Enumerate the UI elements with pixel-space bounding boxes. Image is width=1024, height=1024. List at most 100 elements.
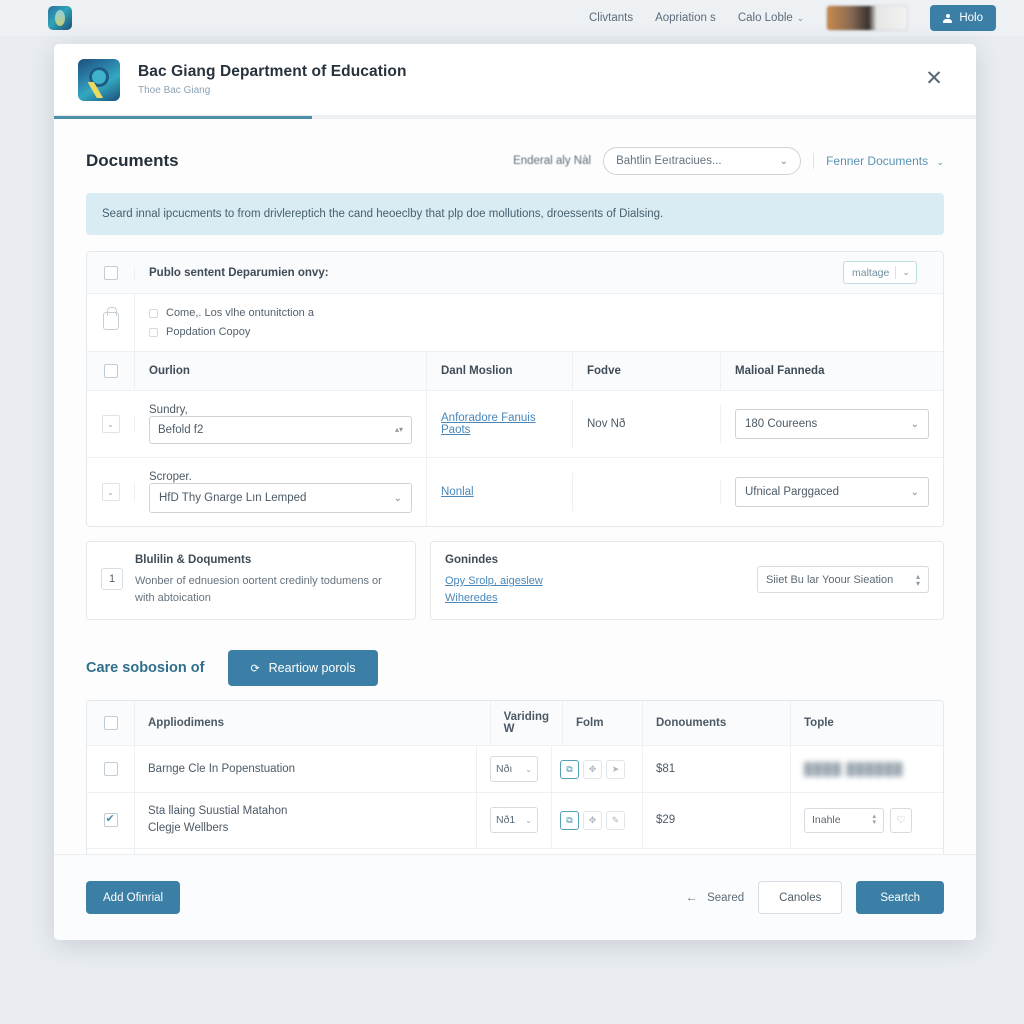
top-nav-label-1: Clivtants: [588, 12, 634, 24]
option-label-2: Popdation Copoy: [166, 326, 251, 338]
row-ourlion-cell-2: Scroper. HfD Thy Gnarge Lın Lemped ⌄: [135, 458, 427, 526]
table-row: Sta llaing Suustial Matahon Clegje Wellb…: [87, 793, 943, 849]
option-checkbox-1[interactable]: [149, 308, 158, 318]
bulletin-box-text: Blulilin & Doquments Wonber of ednuesion…: [135, 554, 401, 607]
option-item-1[interactable]: Come,. Los vlhe ontunitction a: [149, 307, 929, 319]
back-button[interactable]: ← Seared: [686, 892, 745, 904]
former-documents-link[interactable]: Fenner Documents ⌄: [826, 154, 944, 168]
copy-icon[interactable]: ⧉: [560, 810, 579, 830]
gonindes-title: Gonindes: [445, 554, 499, 566]
cancel-button[interactable]: Canoles: [758, 881, 843, 914]
option-checkbox-2[interactable]: [149, 327, 158, 337]
page-title: Bac Giang Department of Education: [138, 63, 407, 80]
row2-checkbox[interactable]: [103, 812, 118, 828]
row1-variding-select[interactable]: Nðı ⌄: [490, 756, 538, 783]
gonindes-link-1[interactable]: Opy Srolp, aigeslew: [445, 575, 543, 587]
move-icon[interactable]: ✥: [583, 759, 602, 779]
applications-select-all-checkbox[interactable]: [103, 716, 118, 731]
app-logo-icon[interactable]: [48, 6, 72, 30]
add-ofinrial-button[interactable]: Add Ofinrial: [86, 881, 181, 914]
situation-stepper[interactable]: Siiet Bu lar Yoour Sieation ▴ ▾: [757, 566, 929, 593]
modal-header: Bac Giang Department of Education Thoe B…: [54, 44, 976, 116]
row-select-value-2a: HfD Thy Gnarge Lın Lemped: [159, 492, 307, 504]
row-fodve-cell-1: Nov Nð: [573, 405, 721, 443]
row2-documents-cell: $29: [643, 793, 791, 848]
applications-header-row: Appliodimens Variding W Folm Donouments …: [87, 701, 943, 747]
table-select-all-checkbox[interactable]: [103, 364, 118, 378]
maltage-select[interactable]: maltage ⌄: [843, 261, 917, 284]
top-nav-label-3: Calo Loble: [737, 12, 793, 24]
edit-icon[interactable]: ✎: [606, 810, 625, 830]
top-nav-item-1[interactable]: Clivtants: [589, 12, 633, 24]
stepper-arrows-icon[interactable]: ▴▾: [395, 426, 403, 434]
top-nav-item-2[interactable]: Aopriation s: [655, 12, 716, 24]
option-item-2[interactable]: Popdation Copoy: [149, 326, 929, 338]
row2-stepper[interactable]: Inahle ▴ ▾: [804, 807, 884, 833]
documents-toolbar: Enderal aly Nàl Bahtlin Eeıtraciues... ⌄…: [513, 147, 944, 175]
table-row: ⌄ Sundry, Befold f2 ▴▾ Anforadore Fanuis…: [87, 391, 943, 458]
row2-checkbox-cell: [87, 793, 135, 848]
gonindes-link-2[interactable]: Wiheredes: [445, 592, 498, 604]
reartiow-porols-label: Reartiow porols: [268, 661, 356, 676]
stepper-arrows-icon[interactable]: ▴▾: [916, 572, 920, 587]
close-icon[interactable]: ✕: [920, 66, 948, 94]
chevron-down-icon[interactable]: ⌄: [101, 415, 120, 433]
row2-name-line1: Sta llaing Suustial Matahon: [148, 805, 288, 818]
panel-header-label: Publo sentent Deparumien onvy:: [149, 266, 329, 279]
documents-modal: Bac Giang Department of Education Thoe B…: [54, 44, 976, 940]
organization-text: Bac Giang Department of Education Thoe B…: [138, 63, 407, 96]
row1-variding-value: Nðı: [496, 763, 513, 776]
loop-icon: ⟳: [250, 662, 260, 675]
row-link-2[interactable]: Nonlal: [441, 486, 474, 498]
table-header-checkbox-cell: [87, 352, 135, 390]
row-select-1[interactable]: 180 Coureens ⌄: [735, 409, 929, 439]
holo-button[interactable]: Holo: [930, 5, 996, 31]
row1-checkbox[interactable]: [103, 762, 118, 777]
documents-filter-value: Bahtlin Eeıtraciues...: [616, 155, 722, 167]
shield-icon[interactable]: ♡: [890, 807, 912, 833]
gonindes-box: Gonindes Opy Srolp, aigeslew Wiheredes S…: [430, 541, 944, 621]
chevron-down-icon: ⌄: [910, 486, 919, 498]
row-select-2a[interactable]: HfD Thy Gnarge Lın Lemped ⌄: [149, 483, 412, 513]
chevron-down-icon: ⌄: [910, 418, 919, 430]
avatar-thumbnail[interactable]: [826, 5, 909, 31]
toolbar-divider: [813, 153, 815, 169]
row1-documents-cell: $81: [643, 746, 791, 793]
holo-button-label: Holo: [959, 12, 983, 24]
gonindes-links: Opy Srolp, aigeslew Wiheredes: [445, 573, 543, 607]
top-bar: Clivtants Aopriation s Calo Loble ⌄ Holo: [0, 0, 1024, 36]
send-icon[interactable]: ➤: [606, 759, 625, 779]
chevron-down-icon[interactable]: ⌄: [101, 483, 120, 501]
panel-header-checkbox-cell: [87, 265, 135, 280]
row-select-2b[interactable]: Ufnical Parggaced ⌄: [735, 477, 929, 507]
row2-variding-select[interactable]: Nð1 ⌄: [490, 807, 538, 834]
documents-title: Documents: [86, 151, 179, 170]
info-notice: Seard innal ipcucments to from drivlerep…: [86, 193, 944, 235]
reartiow-porols-button[interactable]: ⟳ Reartiow porols: [228, 650, 378, 687]
table-header-row: Ourlion Danl Moslion Fodve Malioal Fanne…: [87, 352, 943, 391]
former-documents-label: Fenner Documents: [826, 154, 929, 168]
table-row: Barnge Cle In Popenstuation Nðı ⌄ ⧉ ✥ ➤ …: [87, 746, 943, 794]
row-danl-cell-2: Nonlal: [427, 473, 573, 511]
copy-icon[interactable]: ⧉: [560, 759, 579, 779]
page-subtitle: Thoe Bac Giang: [138, 85, 211, 96]
row-ourlion-cell-1: Sundry, Befold f2 ▴▾: [135, 391, 427, 457]
search-button[interactable]: Seartch: [856, 881, 944, 914]
top-nav-item-3[interactable]: Calo Loble ⌄: [738, 12, 805, 24]
stepper-arrows-icon[interactable]: ▴▾: [872, 813, 876, 826]
panel-options-main: Come,. Los vlhe ontunitction a Popdation…: [135, 294, 943, 351]
chevron-down-icon: ⌄: [525, 815, 532, 825]
organization-logo-icon: [78, 58, 120, 101]
row-number-input-1[interactable]: Befold f2 ▴▾: [149, 416, 412, 444]
documents-header: Documents Enderal aly Nàl Bahtlin Eeıtra…: [86, 141, 944, 181]
row-link-1[interactable]: Anforadore Fanuis Paots: [441, 412, 536, 436]
documents-filter-select[interactable]: Bahtlin Eeıtraciues... ⌄: [603, 147, 802, 175]
back-label: Seared: [707, 891, 745, 904]
select-all-checkbox[interactable]: [103, 265, 118, 280]
move-icon[interactable]: ✥: [583, 810, 602, 830]
row1-tople-cell: ████ ██████: [791, 746, 943, 792]
footer-actions: ← Seared Canoles Seartch: [686, 881, 944, 914]
top-nav: Clivtants Aopriation s Calo Loble ⌄ Holo: [589, 5, 996, 31]
row1-name: Barnge Cle In Popenstuation: [148, 763, 296, 776]
gonindes-text: Gonindes Opy Srolp, aigeslew Wiheredes: [445, 554, 543, 607]
